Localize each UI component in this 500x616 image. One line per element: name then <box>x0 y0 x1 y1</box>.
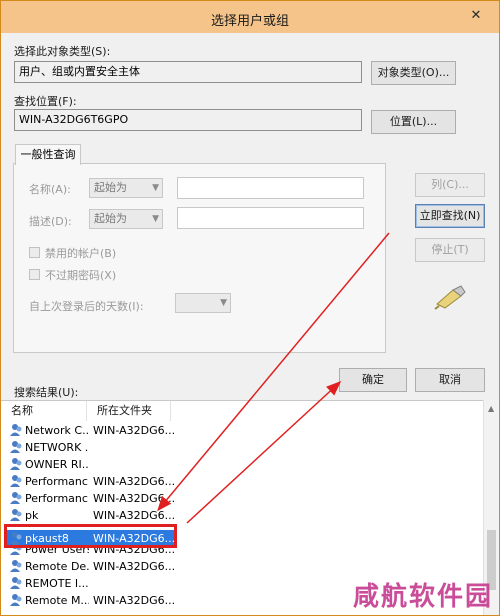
arrow-find-to-result <box>157 232 390 512</box>
site-watermark: 咸航软件园 <box>352 582 493 612</box>
tab-common-queries[interactable]: 一般性查询 <box>15 144 81 165</box>
annotation-arrows <box>157 232 390 524</box>
arrow-result-to-ok <box>186 380 342 524</box>
select-users-dialog: 选择用户或组 ✕ 选择此对象类型(S): 用户、组或内置安全主体 对象类型(O)… <box>0 0 500 616</box>
